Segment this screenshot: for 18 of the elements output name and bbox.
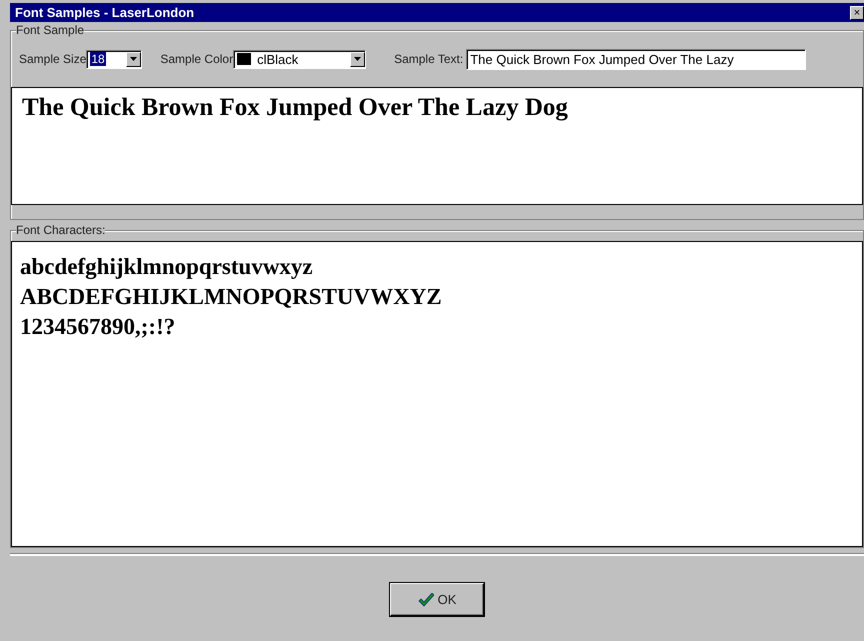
character-line: ABCDEFGHIJKLMNOPQRSTUVWXYZ	[20, 283, 443, 311]
window-title: Font Samples - LaserLondon	[15, 5, 194, 20]
character-line: 1234567890,;:!?	[20, 313, 176, 341]
close-button[interactable]: ×	[850, 6, 864, 20]
group-label: Font Characters:	[16, 223, 106, 237]
group-label: Font Sample	[16, 23, 84, 37]
field-label: Sample Size	[19, 52, 86, 66]
sample-text-field[interactable]: The Quick Brown Fox Jumped Over The Lazy	[466, 48, 806, 70]
size-dropdown[interactable]: 18	[86, 50, 142, 68]
color-dropdown[interactable]: clBlack	[233, 50, 366, 68]
field-label: Sample Text:	[394, 52, 464, 66]
color-value: clBlack	[257, 52, 300, 66]
field-label: Sample Color	[160, 52, 234, 66]
checkmark-icon	[418, 592, 434, 606]
ok-button[interactable]: OK	[390, 583, 484, 616]
sample-preview-text: The Quick Brown Fox Jumped Over The Lazy Dog	[22, 94, 568, 121]
character-line: abcdefghijklmnopqrstuvwxyz	[20, 253, 314, 282]
size-value: 18	[90, 52, 106, 66]
